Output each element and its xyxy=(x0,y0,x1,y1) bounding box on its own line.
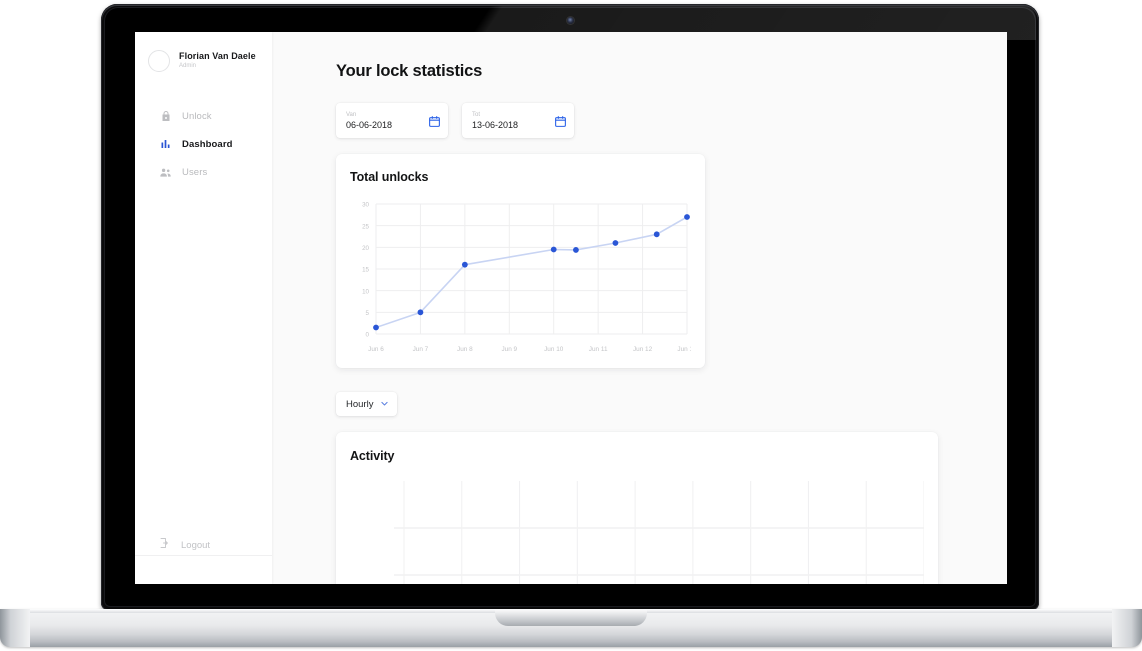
sidebar-nav: Unlock Dashboard Users xyxy=(135,102,272,186)
sidebar-item-users[interactable]: Users xyxy=(135,158,272,186)
user-name: Florian Van Daele xyxy=(179,51,256,62)
activity-chart xyxy=(394,481,925,584)
svg-text:15: 15 xyxy=(362,267,369,274)
page-title: Your lock statistics xyxy=(336,62,483,80)
svg-text:Jun 11: Jun 11 xyxy=(589,346,608,353)
interval-select[interactable]: Hourly xyxy=(336,392,398,416)
svg-text:10: 10 xyxy=(362,288,369,295)
interval-select-row: Hourly xyxy=(336,392,1007,416)
date-from-value: 06-06-2018 xyxy=(346,119,393,130)
sidebar-item-dashboard[interactable]: Dashboard xyxy=(135,130,272,158)
unlocks-line-chart: 0 5 10 15 20 25 30 Jun 6 Jun 7 Jun 8 Jun 9 Jun 10 Ju… xyxy=(362,202,691,353)
avatar xyxy=(148,50,170,72)
bar-chart-icon xyxy=(159,138,172,151)
camera-dot-icon xyxy=(567,17,574,24)
unlocks-chart: 0 5 10 15 20 25 30 Jun 6 Jun 7 Jun 8 Jun 9 Jun 10 Ju… xyxy=(350,198,691,358)
date-to-caption: Tot xyxy=(472,111,481,118)
laptop-mockup: Florian Van Daele Admin Unlock Dashboard… xyxy=(0,0,1142,651)
svg-text:5: 5 xyxy=(366,310,370,317)
date-to-value: 13-06-2018 xyxy=(472,119,519,130)
lock-icon xyxy=(159,110,172,123)
screen-viewport: Florian Van Daele Admin Unlock Dashboard… xyxy=(135,32,1007,584)
user-role: Admin xyxy=(179,62,197,69)
logout-icon xyxy=(159,536,171,554)
people-icon xyxy=(159,166,172,179)
interval-select-value: Hourly xyxy=(346,398,374,410)
sidebar-item-label: Unlock xyxy=(182,110,212,122)
svg-text:20: 20 xyxy=(362,245,369,252)
base-edge-left xyxy=(0,609,30,647)
sidebar-item-unlock[interactable]: Unlock xyxy=(135,102,272,130)
svg-text:0: 0 xyxy=(366,332,370,339)
user-profile[interactable]: Florian Van Daele Admin xyxy=(135,32,272,86)
svg-text:Jun 9: Jun 9 xyxy=(501,346,517,353)
date-from-caption: Van xyxy=(346,111,357,118)
activity-card-title: Activity xyxy=(350,449,395,463)
logout-label: Logout xyxy=(181,539,211,551)
svg-text:Jun 8: Jun 8 xyxy=(457,346,473,353)
total-unlocks-card: Total unlocks 0 5 10 15 20 25 30 Jun 6 Jun 7 Jun … xyxy=(336,154,705,368)
sidebar-item-label: Dashboard xyxy=(182,138,233,150)
activity-card: Activity xyxy=(336,432,938,584)
base-edge-right xyxy=(1112,609,1142,647)
sidebar-divider xyxy=(135,555,272,556)
date-from-field[interactable]: Van 06-06-2018 xyxy=(336,103,448,138)
base-notch xyxy=(495,609,647,626)
sidebar-item-label: Users xyxy=(182,166,208,178)
calendar-icon[interactable] xyxy=(554,115,566,127)
svg-text:30: 30 xyxy=(362,202,369,209)
svg-text:Jun 12: Jun 12 xyxy=(633,346,653,353)
sidebar: Florian Van Daele Admin Unlock Dashboard… xyxy=(135,32,272,584)
svg-text:Jun 10: Jun 10 xyxy=(544,346,564,353)
date-range-row: Van 06-06-2018 Tot 13-06-2018 xyxy=(336,103,1007,138)
svg-text:Jun 13: Jun 13 xyxy=(677,346,691,353)
main-content: Your lock statistics Van 06-06-2018 Tot … xyxy=(272,32,1007,584)
date-to-field[interactable]: Tot 13-06-2018 xyxy=(462,103,574,138)
svg-text:Jun 6: Jun 6 xyxy=(368,346,384,353)
app-root: Florian Van Daele Admin Unlock Dashboard… xyxy=(135,32,1007,584)
svg-text:25: 25 xyxy=(362,223,369,230)
unlocks-card-title: Total unlocks xyxy=(350,170,429,184)
calendar-icon[interactable] xyxy=(428,115,440,127)
laptop-base xyxy=(0,609,1142,647)
chevron-down-icon xyxy=(380,395,389,413)
svg-text:Jun 7: Jun 7 xyxy=(413,346,429,353)
